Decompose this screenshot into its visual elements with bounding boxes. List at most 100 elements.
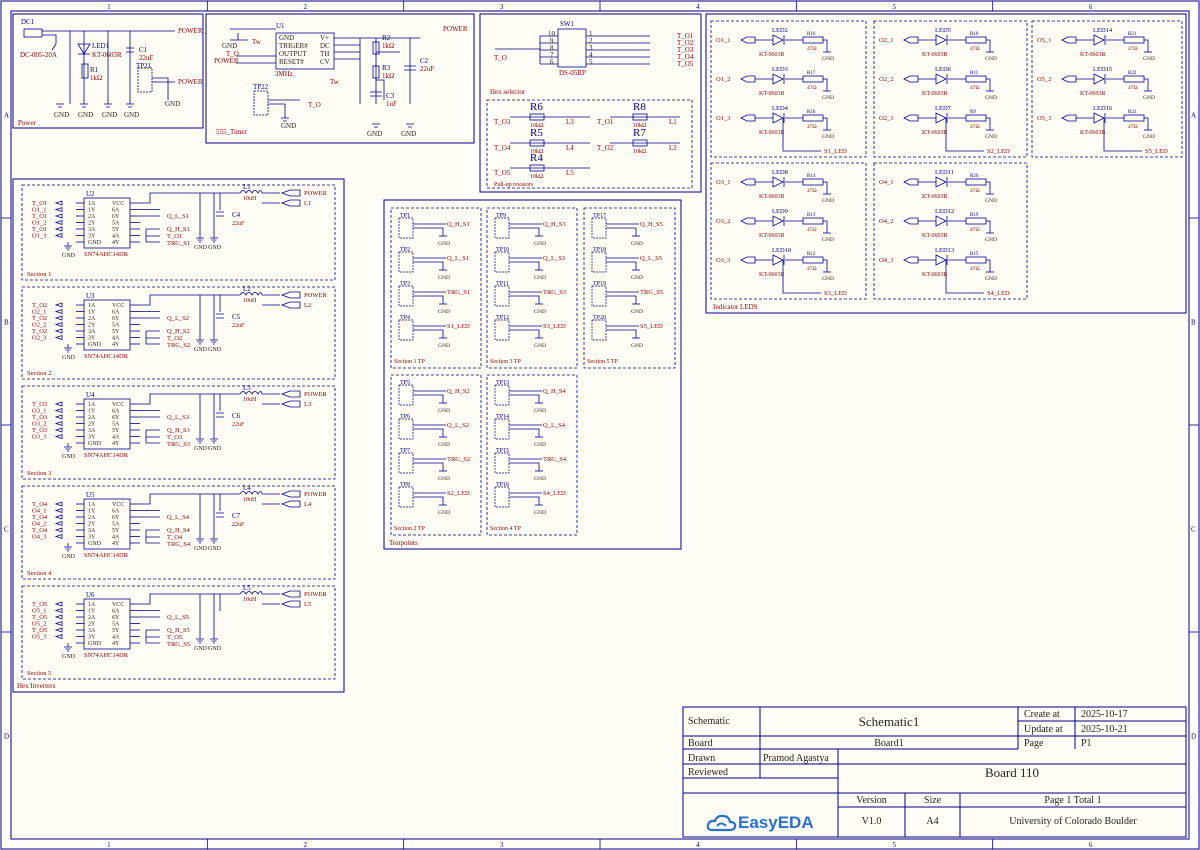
led-output-net: S2_LED [987,148,1010,155]
net-port [54,315,63,321]
testpoint-pad [591,251,607,273]
output-wires [140,416,160,444]
net-port [54,232,63,239]
gnd-label: GND [438,476,450,482]
net-port [54,601,63,607]
net-port [54,507,63,514]
gnd-label: GND [631,241,643,247]
board-label: Board [688,738,713,749]
resistor-ref: R17 [807,71,816,76]
inductor-value: 10uH [243,497,257,503]
svg-text:CV: CV [320,58,330,66]
resistor-ref: R13 [807,213,816,218]
net-inductor: L4 [304,501,312,508]
inverter-pin-right: 5A [112,622,120,628]
drawn-value: Pramod Agastya [763,753,829,764]
svg-text:5: 5 [589,58,593,66]
inverter-input-net: O1_3 [32,233,46,240]
led-input-net: O2_2 [879,76,893,83]
capacitor [216,313,224,319]
svg-text:POWER: POWER [214,57,239,65]
inverter-pin-right: 4Y [112,441,120,447]
testpoint-pad [398,217,414,239]
inverter-pin-left: 2A [88,415,96,421]
svg-text:C2: C2 [420,57,429,65]
inverter-input-net: O3_3 [32,434,46,441]
net-port [903,178,919,186]
inverter-pin-right: 5Y [112,428,120,434]
led-resistor [965,178,987,186]
svg-text:GND: GND [401,130,416,138]
testpoint-section-title: Section 3 TP [490,359,522,365]
led-input-net: O1_1 [716,37,730,44]
svg-text:Tw: Tw [330,78,340,86]
output-net: TRG_S1 [167,240,190,247]
inductor-value: 10uH [243,298,257,304]
testpoint-wire [413,390,446,403]
net-port [54,614,63,620]
testpoint-net: Q_H_S4 [543,388,567,395]
testpoint-net: Q_H_S1 [447,221,470,228]
testpoint-pad [494,217,510,239]
inverter-pin-left: 3Y [88,234,96,240]
led-part: KT-0603R [759,272,784,278]
led-input-net: O4_1 [879,179,893,186]
gnd-label: GND [534,442,546,448]
led-input-net: O5_1 [1037,37,1051,44]
net-port [54,427,63,433]
gnd-label: GND [822,276,834,282]
inverter-pin-left: 1Y [88,609,96,615]
led-sense-wire [945,260,984,294]
organization: University of Colorado Boulder [1009,816,1137,827]
gnd-label: GND [631,275,643,281]
inverter-pin-left: 3A [88,428,96,434]
svg-text:Hex selector: Hex selector [490,88,526,96]
testpoint-wire [509,325,542,338]
gnd-label: GND [1143,134,1155,140]
svg-text:GND: GND [54,111,69,119]
logo-text: EasyEDA [738,813,814,832]
inverter-pin-right: 4A [112,435,120,441]
led-part: KT-0603R [922,130,947,136]
column-label-bottom: 2 [304,841,308,849]
inductor-ref: L4 [243,484,251,492]
resistor-value: 47Ω [807,266,817,272]
svg-text:DC: DC [320,42,330,50]
gnd-label: GND [208,347,222,353]
svg-text:DC1: DC1 [21,18,35,26]
inverter-ic-ref: U3 [86,292,95,300]
gnd-label: GND [62,554,76,560]
testpoint-net: S4_LED [543,490,566,497]
column-label-top: 6 [1089,3,1093,11]
net-port [54,627,63,633]
testpoint-section: TP17 Q_H_S5 GND TP18 Q_L_S5 GND TP19 TRG_S5 GND T… [587,213,663,365]
column-label-top: 2 [304,3,308,11]
testpoint-wire [413,492,446,505]
led-input-net: O4_2 [879,218,893,225]
led-part: KT-0603R [759,233,784,239]
inverter-pin-left: 2A [88,515,96,521]
led-part: KT-0603R [922,272,947,278]
net-port [54,226,63,232]
net-port [54,420,63,427]
resistor-value: 47Ω [807,46,817,52]
testpoint-section-title: Section 2 TP [394,526,426,532]
gnd-symbol [196,336,204,345]
capacitor [216,412,224,418]
gnd-symbol [210,635,218,644]
gnd-label: GND [985,134,997,140]
led-diode [772,176,785,188]
inductor-ref: L1 [243,183,251,191]
inverter-pin-left: 2Y [88,622,96,628]
led-resistor [965,114,987,122]
net-port [54,308,63,315]
inverter-pin-left: 1A [88,602,96,608]
inverter-ic-ref: U5 [86,491,95,499]
gnd-label: GND [1143,56,1155,62]
net-port [54,334,63,341]
net-port [740,75,756,83]
testpoint-section: TP13 Q_H_S4 GND TP14 Q_L_S4 GND TP15 TRG_S4 GND T… [490,380,567,532]
testpoint-net: S5_LED [640,323,663,330]
net-port [740,114,756,122]
testpoint-pad [494,418,510,440]
